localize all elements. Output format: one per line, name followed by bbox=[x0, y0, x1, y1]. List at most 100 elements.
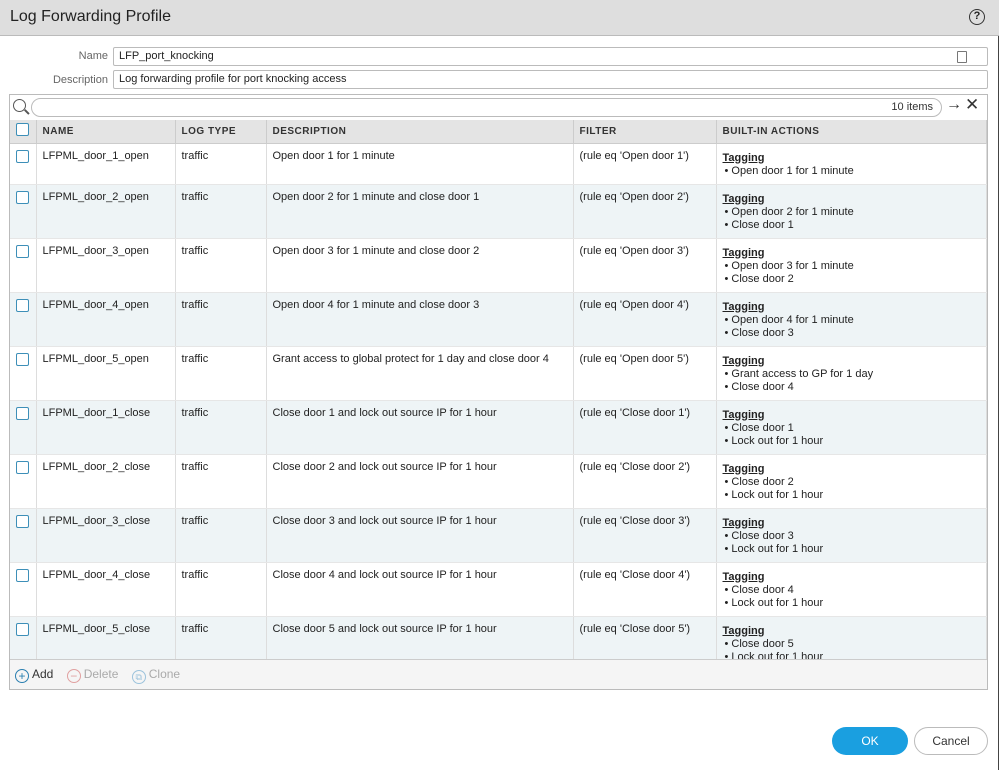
table-row[interactable]: LFPML_door_2_close traffic Close door 2 … bbox=[10, 454, 987, 509]
action-item-text: Close door 4 bbox=[731, 380, 794, 393]
delete-button[interactable]: − Delete bbox=[66, 667, 119, 683]
action-item: • Open door 1 for 1 minute bbox=[724, 164, 854, 177]
cell-name[interactable]: LFPML_door_4_open bbox=[36, 292, 176, 347]
item-count: 10 items bbox=[891, 101, 933, 113]
action-type-link[interactable]: Tagging bbox=[723, 463, 765, 475]
table-row[interactable]: LFPML_door_2_open traffic Open door 2 fo… bbox=[10, 184, 987, 239]
cell-name[interactable]: LFPML_door_2_open bbox=[36, 184, 176, 239]
cell-built-in-actions: Tagging • Grant access to GP for 1 day • C… bbox=[716, 346, 987, 401]
clear-filter-icon[interactable]: ✕ bbox=[965, 95, 979, 115]
search-icon bbox=[13, 99, 26, 112]
cell-log-type: traffic bbox=[175, 562, 267, 617]
column-header-name[interactable]: NAME bbox=[36, 120, 176, 144]
action-item: • Close door 1 bbox=[724, 421, 794, 434]
cell-description: Close door 1 and lock out source IP for … bbox=[266, 400, 574, 455]
action-type-link[interactable]: Tagging bbox=[723, 571, 765, 583]
ok-button[interactable]: OK bbox=[832, 727, 908, 755]
table-row[interactable]: LFPML_door_3_close traffic Close door 3 … bbox=[10, 508, 987, 563]
clone-button[interactable]: ⧉ Clone bbox=[131, 667, 180, 684]
row-checkbox[interactable] bbox=[16, 568, 29, 582]
row-select-cell bbox=[10, 184, 37, 239]
select-all-header bbox=[10, 120, 37, 144]
row-select-cell bbox=[10, 238, 37, 293]
action-type-link[interactable]: Tagging bbox=[723, 193, 765, 205]
row-checkbox[interactable] bbox=[16, 406, 29, 420]
row-checkbox[interactable] bbox=[16, 514, 29, 528]
action-item: • Lock out for 1 hour bbox=[724, 488, 824, 501]
action-type-link[interactable]: Tagging bbox=[723, 247, 765, 259]
cell-log-type: traffic bbox=[175, 346, 267, 401]
profile-match-list-table: 10 items → ✕ NAME LOG TYPE DESCRIPTION F… bbox=[9, 94, 988, 690]
table-row[interactable]: LFPML_door_5_open traffic Grant access t… bbox=[10, 346, 987, 401]
cell-description: Open door 4 for 1 minute and close door … bbox=[266, 292, 574, 347]
cell-filter: (rule eq 'Open door 1') bbox=[573, 143, 717, 185]
row-select-cell bbox=[10, 346, 37, 401]
add-button[interactable]: + Add bbox=[15, 667, 53, 683]
description-input[interactable]: Log forwarding profile for port knocking… bbox=[113, 70, 988, 89]
cell-filter: (rule eq 'Close door 2') bbox=[573, 454, 717, 509]
cell-description: Close door 2 and lock out source IP for … bbox=[266, 454, 574, 509]
table-row[interactable]: LFPML_door_3_open traffic Open door 3 fo… bbox=[10, 238, 987, 293]
cell-name[interactable]: LFPML_door_4_close bbox=[36, 562, 176, 617]
select-all-checkbox[interactable] bbox=[16, 123, 29, 137]
cell-built-in-actions: Tagging • Open door 4 for 1 minute • Close… bbox=[716, 292, 987, 347]
cell-description: Open door 2 for 1 minute and close door … bbox=[266, 184, 574, 239]
table-row[interactable]: LFPML_door_4_close traffic Close door 4 … bbox=[10, 562, 987, 617]
row-checkbox[interactable] bbox=[16, 352, 29, 366]
contact-card-icon[interactable] bbox=[957, 51, 967, 63]
cell-name[interactable]: LFPML_door_1_close bbox=[36, 400, 176, 455]
action-item: • Close door 3 bbox=[724, 529, 794, 542]
cell-filter: (rule eq 'Close door 1') bbox=[573, 400, 717, 455]
action-item-text: Close door 4 bbox=[731, 583, 794, 596]
column-header-description[interactable]: DESCRIPTION bbox=[266, 120, 574, 144]
table-toolbar: + Add − Delete ⧉ Clone bbox=[10, 659, 987, 689]
table-row[interactable]: LFPML_door_1_open traffic Open door 1 fo… bbox=[10, 143, 987, 185]
action-item: • Close door 1 bbox=[724, 218, 794, 231]
help-icon[interactable]: ? bbox=[969, 9, 985, 25]
row-checkbox[interactable] bbox=[16, 460, 29, 474]
column-header-built-in-actions[interactable]: BUILT-IN ACTIONS bbox=[716, 120, 987, 144]
description-label: Description bbox=[52, 74, 108, 86]
dialog-title: Log Forwarding Profile bbox=[10, 8, 171, 25]
apply-filter-arrow-icon[interactable]: → bbox=[946, 96, 962, 114]
table-row[interactable]: LFPML_door_1_close traffic Close door 1 … bbox=[10, 400, 987, 455]
action-item-text: Lock out for 1 hour bbox=[731, 596, 824, 609]
row-checkbox[interactable] bbox=[16, 622, 29, 636]
row-checkbox[interactable] bbox=[16, 298, 29, 312]
row-checkbox[interactable] bbox=[16, 149, 29, 163]
name-input[interactable]: LFP_port_knocking bbox=[113, 47, 988, 66]
action-type-link[interactable]: Tagging bbox=[723, 355, 765, 367]
action-item-text: Open door 3 for 1 minute bbox=[731, 259, 854, 272]
delete-label: Delete bbox=[83, 667, 119, 681]
action-type-link[interactable]: Tagging bbox=[723, 409, 765, 421]
action-item-text: Lock out for 1 hour bbox=[731, 434, 824, 447]
action-item-text: Close door 3 bbox=[731, 326, 794, 339]
table-row[interactable]: LFPML_door_4_open traffic Open door 4 fo… bbox=[10, 292, 987, 347]
column-header-log-type[interactable]: LOG TYPE bbox=[175, 120, 267, 144]
cell-name[interactable]: LFPML_door_3_close bbox=[36, 508, 176, 563]
search-input[interactable]: 10 items bbox=[31, 98, 942, 117]
action-type-link[interactable]: Tagging bbox=[723, 152, 765, 164]
action-item-text: Close door 1 bbox=[731, 421, 794, 434]
action-item: • Open door 2 for 1 minute bbox=[724, 205, 854, 218]
column-header-filter[interactable]: FILTER bbox=[573, 120, 717, 144]
cell-log-type: traffic bbox=[175, 292, 267, 347]
action-item: • Close door 3 bbox=[724, 326, 794, 339]
name-label: Name bbox=[78, 50, 108, 62]
cell-name[interactable]: LFPML_door_3_open bbox=[36, 238, 176, 293]
action-item-text: Close door 2 bbox=[731, 475, 794, 488]
cancel-button[interactable]: Cancel bbox=[914, 727, 988, 755]
cell-log-type: traffic bbox=[175, 143, 267, 185]
cell-name[interactable]: LFPML_door_5_open bbox=[36, 346, 176, 401]
action-type-link[interactable]: Tagging bbox=[723, 517, 765, 529]
cell-name[interactable]: LFPML_door_2_close bbox=[36, 454, 176, 509]
action-type-link[interactable]: Tagging bbox=[723, 625, 765, 637]
action-type-link[interactable]: Tagging bbox=[723, 301, 765, 313]
cell-name[interactable]: LFPML_door_1_open bbox=[36, 143, 176, 185]
dialog-header: Log Forwarding Profile ? bbox=[0, 0, 999, 36]
row-checkbox[interactable] bbox=[16, 244, 29, 258]
cell-log-type: traffic bbox=[175, 238, 267, 293]
action-item-text: Close door 2 bbox=[731, 272, 794, 285]
cell-built-in-actions: Tagging • Open door 1 for 1 minute bbox=[716, 143, 987, 185]
row-checkbox[interactable] bbox=[16, 190, 29, 204]
